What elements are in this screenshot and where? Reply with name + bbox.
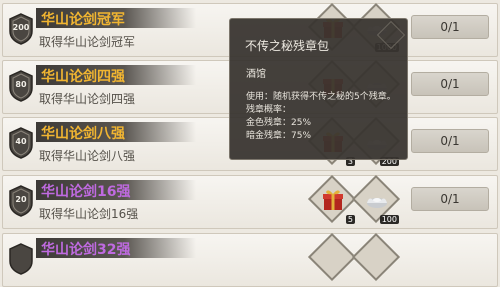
reward-frame [307,232,357,282]
achievement-row[interactable]: 华山论剑32强 [2,232,498,287]
reward-frame [351,232,401,282]
achievement-title: 华山论剑冠军 [41,12,125,28]
tooltip-line: 暗金残章：75% [246,131,312,141]
achievement-title: 华山论剑八强 [41,126,125,142]
achievement-description: 取得华山论剑冠军 [39,35,136,49]
progress-indicator: 0/1 [411,72,489,96]
achievement-description: 取得华山论剑16强 [39,207,139,221]
emblem-number: 80 [15,80,27,89]
achievement-description: 取得华山论剑四强 [39,92,136,106]
rank-emblem-icon: 20 [8,185,34,217]
tooltip-title: 不传之秘残章包 [245,39,330,53]
reward-count: 100 [379,215,399,224]
progress-indicator: 0/1 [411,129,489,153]
item-tooltip: 不传之秘残章包 酒馆 使用：随机获得不传之秘的5个残章。 残章概率： 金色残章：… [229,18,408,160]
emblem-number: 20 [15,195,27,204]
emblem-number: 200 [12,23,30,32]
achievement-description: 取得华山论剑八强 [39,149,136,163]
tooltip-source: 酒馆 [246,69,266,80]
gift-box-icon [321,188,345,212]
reward-count: 5 [345,215,355,224]
reward-item[interactable] [307,232,357,282]
achievement-title: 华山论剑四强 [41,69,125,85]
rank-emblem-icon: 40 [8,127,34,159]
reward-item[interactable]: 5 [307,174,357,224]
tooltip-line: 使用：随机获得不传之秘的5个残章。 [246,92,396,102]
progress-indicator: 0/1 [411,187,489,211]
tooltip-line: 残章概率： [246,105,292,115]
tooltip-line: 金色残章：25% [246,118,312,128]
achievement-row[interactable]: 20 华山论剑16强 取得华山论剑16强 5 100 0/1 [2,174,498,229]
emblem-number: 40 [15,137,27,146]
reward-item[interactable]: 100 [351,174,401,224]
reward-item[interactable] [351,232,401,282]
silver-ingot-icon [365,188,389,212]
rank-emblem-icon: 80 [8,70,34,102]
progress-indicator: 0/1 [411,15,489,39]
rank-emblem-icon [8,243,34,275]
achievement-title: 华山论剑16强 [41,184,131,200]
tooltip-corner-decoration [376,20,406,50]
rank-emblem-icon: 200 [8,13,34,45]
achievement-title: 华山论剑32强 [41,242,131,258]
